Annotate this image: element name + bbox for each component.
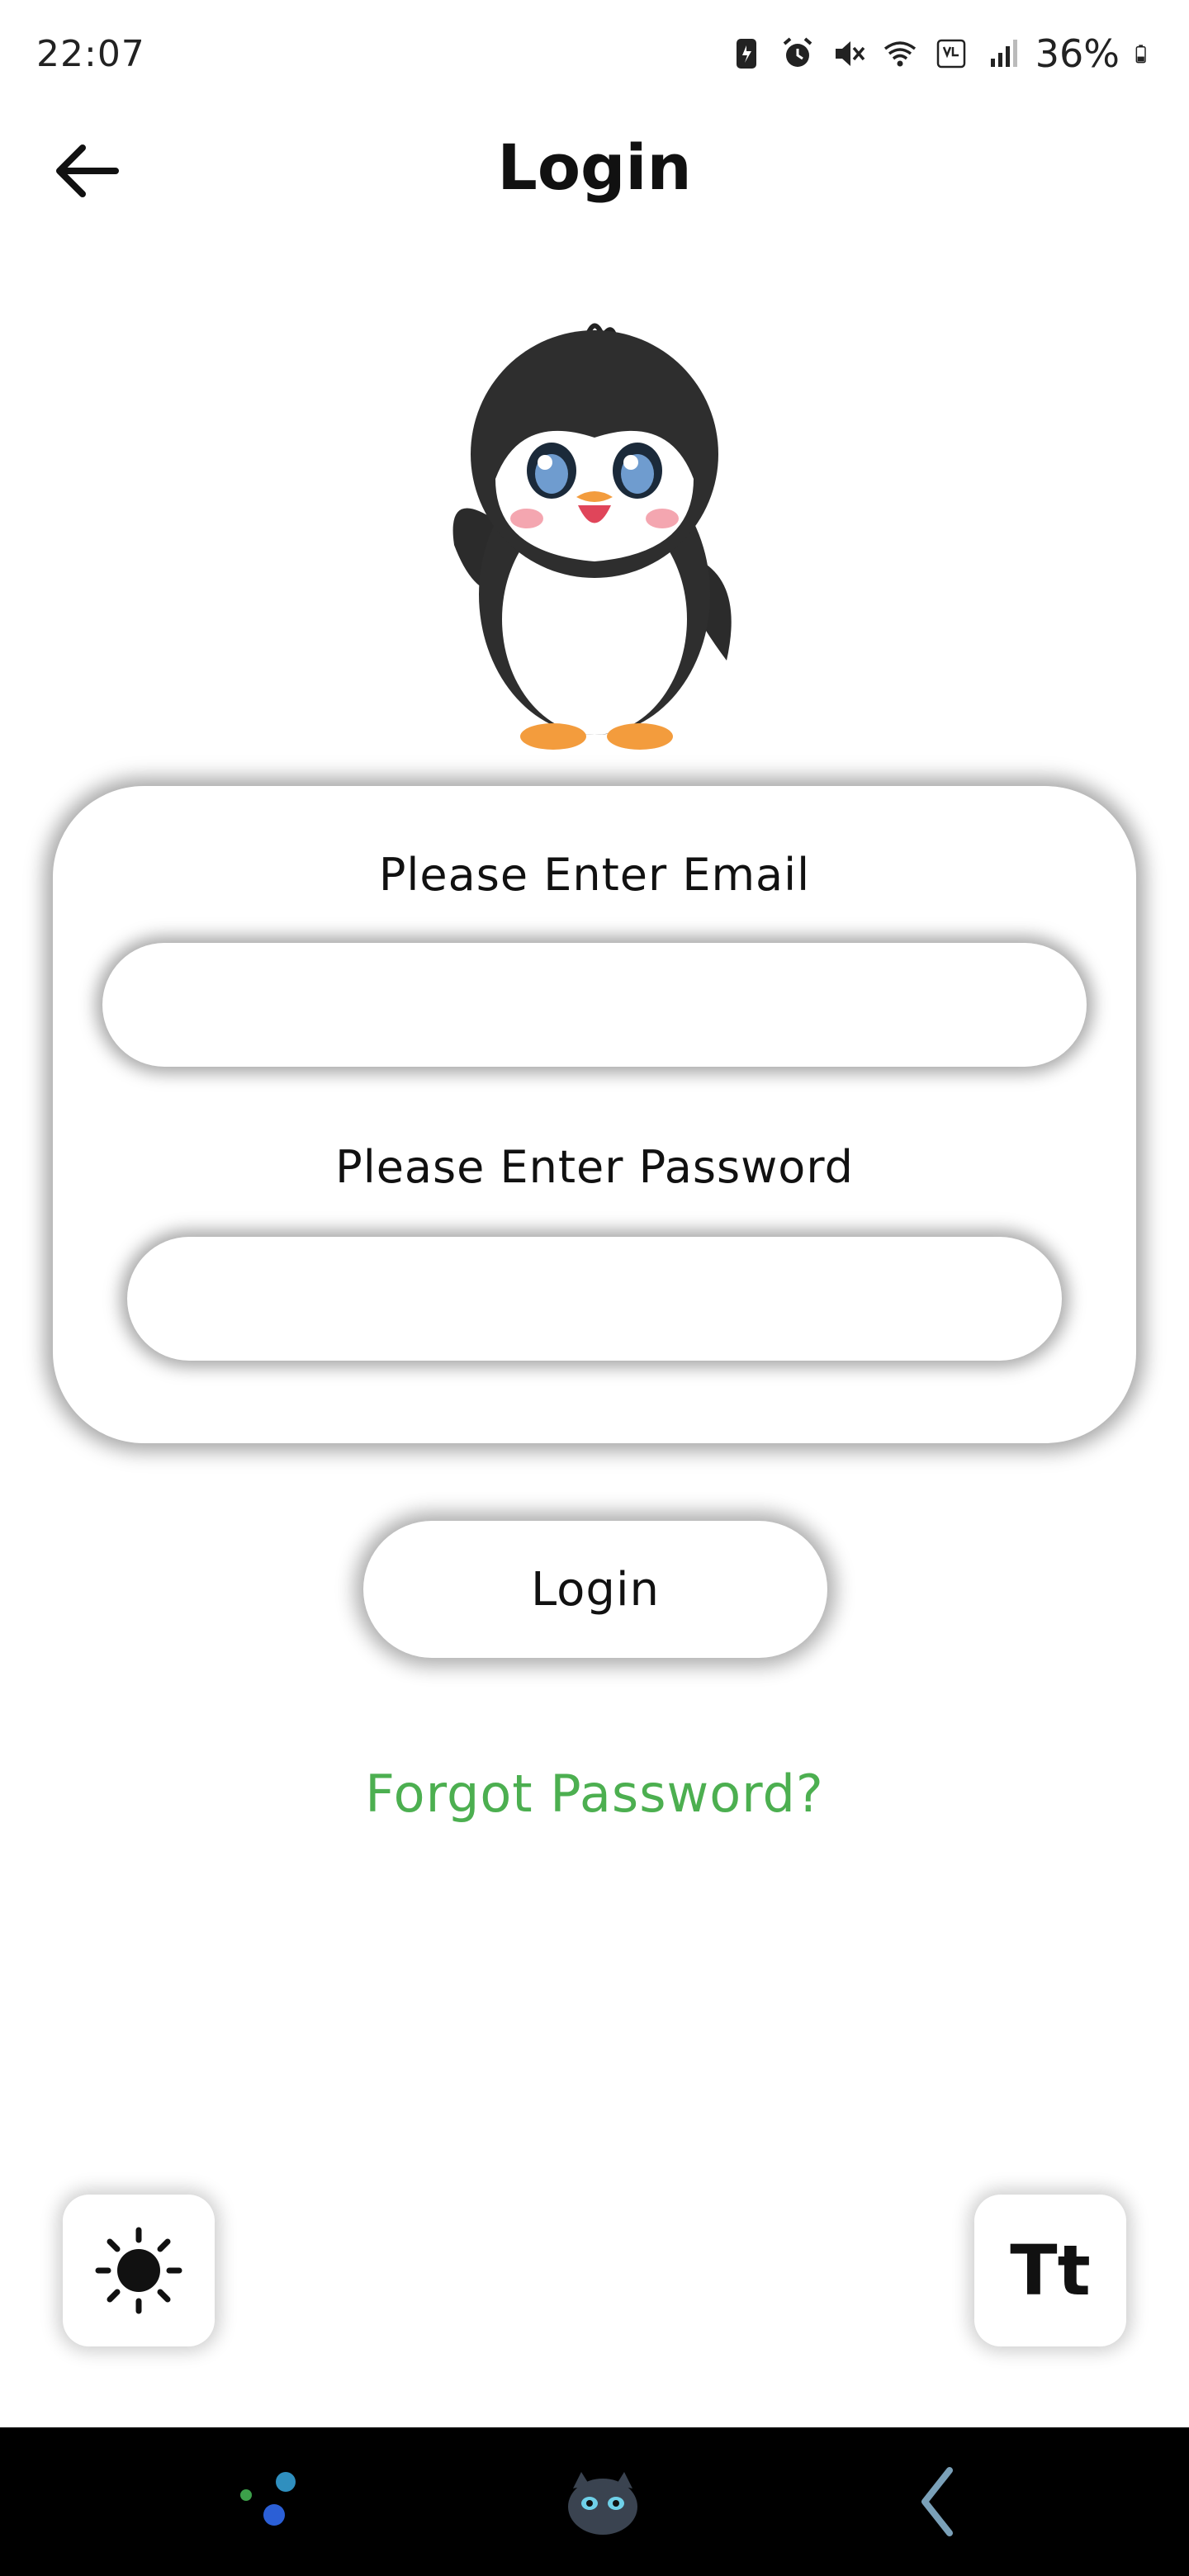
forgot-password-link[interactable]: Forgot Password? xyxy=(0,1764,1189,1824)
password-field[interactable] xyxy=(127,1237,1062,1361)
battery-icon xyxy=(1135,45,1146,64)
font-size-label: Tt xyxy=(1010,2230,1091,2311)
penguin-mascot-image xyxy=(452,323,732,750)
app-bar: Login xyxy=(0,116,1189,223)
login-button[interactable]: Login xyxy=(363,1521,827,1658)
wifi-icon xyxy=(883,41,916,67)
email-label: Please Enter Email xyxy=(378,849,811,901)
status-icons: 36% xyxy=(728,31,1156,76)
sun-icon xyxy=(95,2227,182,2314)
mute-icon xyxy=(835,41,865,66)
nav-home-icon[interactable] xyxy=(561,2460,644,2543)
password-label: Please Enter Password xyxy=(335,1141,854,1193)
email-field[interactable] xyxy=(102,943,1087,1067)
nav-back-icon[interactable] xyxy=(900,2460,983,2543)
status-time: 22:07 xyxy=(36,33,145,75)
login-card: Please Enter Email Please Enter Password xyxy=(53,786,1136,1443)
nav-recent-icon[interactable] xyxy=(231,2460,314,2543)
sim-alert-icon xyxy=(736,39,756,69)
page-title: Login xyxy=(497,130,692,204)
signal-icon xyxy=(990,40,1017,67)
system-nav-bar xyxy=(0,2427,1189,2576)
status-bar: 22:07 36% xyxy=(0,0,1189,107)
font-size-button[interactable]: Tt xyxy=(974,2195,1126,2346)
battery-percent: 36% xyxy=(1035,31,1120,76)
theme-toggle-button[interactable] xyxy=(63,2195,215,2346)
alarm-icon xyxy=(783,37,812,67)
volte-icon xyxy=(936,39,965,69)
